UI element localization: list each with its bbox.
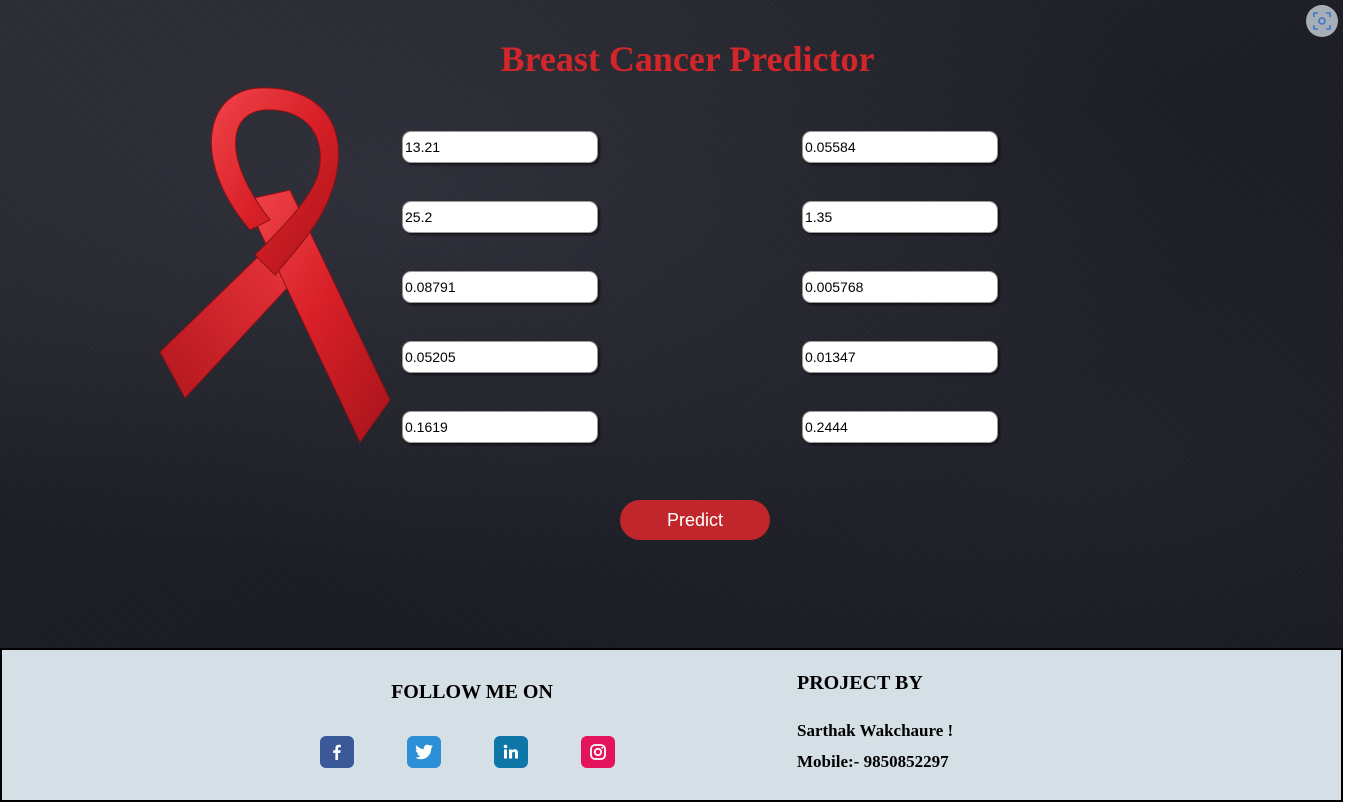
- twitter-link[interactable]: [407, 736, 441, 768]
- facebook-icon: [333, 744, 341, 760]
- screen-capture-button[interactable]: [1306, 5, 1338, 37]
- mobile-number: Mobile:- 9850852297: [797, 752, 949, 771]
- footer: FOLLOW ME ON PROJECT BY Sarthak Wakchaur…: [0, 648, 1343, 802]
- instagram-link[interactable]: [581, 736, 615, 768]
- instagram-icon: [590, 744, 606, 760]
- author-name: Sarthak Wakchaure !: [797, 721, 954, 740]
- screen-capture-icon: [1313, 12, 1331, 30]
- feature-input-10[interactable]: [802, 411, 998, 443]
- twitter-icon: [415, 744, 433, 760]
- follow-title: FOLLOW ME ON: [391, 681, 553, 703]
- feature-input-9[interactable]: [802, 341, 998, 373]
- feature-input-2[interactable]: [402, 201, 598, 233]
- feature-input-6[interactable]: [802, 131, 998, 163]
- predict-button[interactable]: Predict: [620, 500, 770, 540]
- page-title: Breast Cancer Predictor: [500, 39, 875, 79]
- feature-input-7[interactable]: [802, 201, 998, 233]
- feature-input-1[interactable]: [402, 131, 598, 163]
- feature-input-5[interactable]: [402, 411, 598, 443]
- feature-input-8[interactable]: [802, 271, 998, 303]
- hero-section: Breast Cancer Predictor Predict: [0, 0, 1343, 648]
- awareness-ribbon-icon: [159, 87, 391, 443]
- facebook-link[interactable]: [320, 736, 354, 768]
- feature-input-3[interactable]: [402, 271, 598, 303]
- linkedin-icon: [503, 744, 518, 759]
- feature-input-4[interactable]: [402, 341, 598, 373]
- linkedin-link[interactable]: [494, 736, 528, 768]
- project-title: PROJECT BY: [797, 672, 923, 694]
